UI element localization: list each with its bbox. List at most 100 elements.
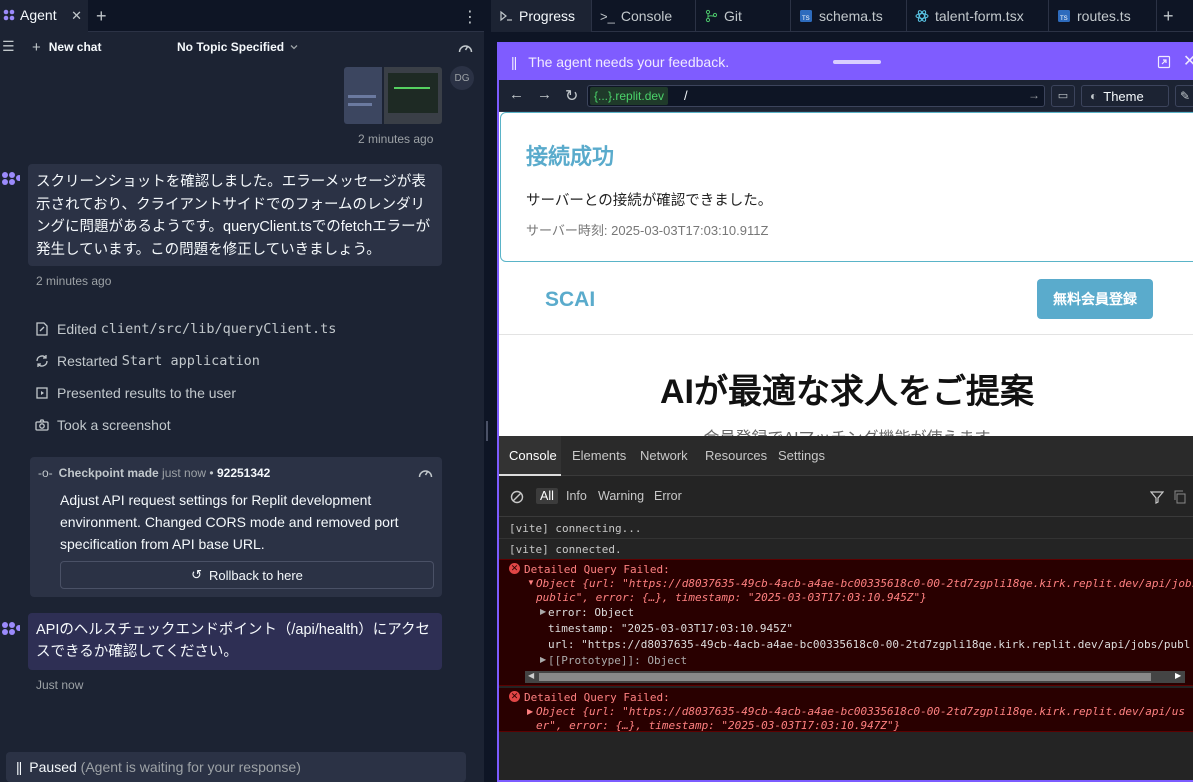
rollback-label: Rollback to here xyxy=(208,567,303,583)
error-icon: ✕ xyxy=(509,691,520,702)
action-command: Start application xyxy=(121,353,260,369)
domain-badge: {...}.replit.dev xyxy=(590,87,669,105)
new-chat-label: New chat xyxy=(48,40,102,54)
url-input[interactable]: {...}.replit.dev / → xyxy=(587,85,1045,107)
tab-console[interactable]: >_ Console xyxy=(592,0,696,32)
close-icon[interactable]: ✕ xyxy=(71,8,82,24)
speed-gauge-icon[interactable] xyxy=(458,41,473,54)
filter-funnel-icon[interactable] xyxy=(1150,490,1164,504)
devtools-tab-elements[interactable]: Elements xyxy=(572,448,626,463)
app-preview: 接続成功 サーバーとの接続が確認できました。 サーバー時刻: 2025-03-0… xyxy=(499,112,1193,436)
header-divider xyxy=(499,334,1193,335)
speed-gauge-icon[interactable] xyxy=(418,466,433,479)
edit-file-icon xyxy=(36,322,48,336)
action-label: Restarted xyxy=(57,353,118,369)
devtools-tab-label: Console xyxy=(509,448,557,463)
reload-icon[interactable]: ↻ xyxy=(565,86,578,106)
agent-tabbar: Agent ✕ + ⋮ xyxy=(0,0,484,32)
tab-routes[interactable]: TS routes.ts xyxy=(1049,0,1157,32)
console-error-entry[interactable]: ✕ Detailed Query Failed: ▶ Object {url: … xyxy=(499,688,1193,732)
filter-info[interactable]: Info xyxy=(566,489,587,503)
collapsed-triangle-icon[interactable]: ▶ xyxy=(540,607,546,616)
new-chat-button[interactable]: + New chat xyxy=(32,36,101,58)
agent-message: スクリーンショットを確認しました。エラーメッセージが表示されており、クライアント… xyxy=(28,164,442,266)
agent-avatar-icon xyxy=(2,172,20,185)
signup-button[interactable]: 無料会員登録 xyxy=(1037,279,1153,319)
error-prop-url: url: "https://d8037635-49cb-4acb-a4ae-bc… xyxy=(548,638,1191,651)
paused-note: (Agent is waiting for your response) xyxy=(80,759,301,775)
message-time: 2 minutes ago xyxy=(358,132,434,146)
collapsed-triangle-icon[interactable]: ▶ xyxy=(527,707,533,716)
checkpoint-time: just now xyxy=(162,466,207,480)
tab-talent-form[interactable]: talent-form.tsx xyxy=(907,0,1049,32)
error-title: Detailed Query Failed: xyxy=(524,691,670,704)
action-restarted[interactable]: Restarted Start application xyxy=(34,351,260,371)
tab-label: schema.ts xyxy=(819,8,883,24)
back-arrow-icon[interactable]: ← xyxy=(509,86,524,103)
action-edited[interactable]: Edited client/src/lib/queryClient.ts xyxy=(34,319,336,339)
plus-icon: + xyxy=(32,38,41,56)
agent-tab-label: Agent xyxy=(20,7,57,23)
devtools-tab-resources[interactable]: Resources xyxy=(705,448,767,463)
tab-progress[interactable]: Progress xyxy=(491,0,592,32)
filter-all[interactable]: All xyxy=(536,488,558,504)
error-icon: ✕ xyxy=(509,563,520,574)
hero-subtitle: 会員登録でAIマッチング機能が使えます xyxy=(499,424,1193,436)
typescript-file-icon: TS xyxy=(1058,10,1070,22)
add-tab-icon[interactable]: + xyxy=(96,6,107,27)
tab-git[interactable]: Git xyxy=(696,0,791,32)
feedback-text: The agent needs your feedback. xyxy=(528,54,730,70)
workspace-panel: Progress >_ Console Git TS schema.ts tal… xyxy=(491,0,1193,782)
devtools-tab-settings[interactable]: Settings xyxy=(778,448,825,463)
theme-button[interactable]: ◐ Theme xyxy=(1081,85,1169,107)
go-arrow-icon[interactable]: → xyxy=(1028,88,1040,102)
collapsed-triangle-icon[interactable]: ▶ xyxy=(540,655,546,664)
device-icon[interactable]: ▭ xyxy=(1051,85,1075,107)
console-error-entry[interactable]: ✕ Detailed Query Failed: ▼ Object {url: … xyxy=(499,559,1193,686)
copy-icon[interactable] xyxy=(1173,490,1187,504)
rollback-button[interactable]: ↺ Rollback to here xyxy=(60,561,434,589)
site-logo[interactable]: SCAI xyxy=(545,288,595,312)
filter-error[interactable]: Error xyxy=(654,489,682,503)
feedback-banner[interactable]: || The agent needs your feedback. ✕ xyxy=(499,44,1193,80)
chevron-down-icon xyxy=(290,45,298,50)
checkpoint-card: -o- Checkpoint made just now • 92251342 … xyxy=(30,457,442,597)
error-title: Detailed Query Failed: xyxy=(524,563,670,576)
error-prop-timestamp: timestamp: "2025-03-03T17:03:10.945Z" xyxy=(548,622,794,635)
error-object-cont: public", error: {…}, timestamp: "2025-03… xyxy=(536,591,927,604)
svg-text:TS: TS xyxy=(1060,16,1068,22)
error-object: Object {url: "https://d8037635-49cb-4acb… xyxy=(536,577,1193,590)
agent-tab[interactable]: Agent ✕ xyxy=(0,0,88,32)
tab-label: routes.ts xyxy=(1077,8,1131,24)
error-object: Object {url: "https://d8037635-49cb-4acb… xyxy=(536,705,1186,718)
error-prop-prototype: [[Prototype]]: Object xyxy=(548,654,688,667)
action-presented[interactable]: Presented results to the user xyxy=(34,383,236,403)
open-external-icon[interactable] xyxy=(1157,55,1171,69)
tab-schema[interactable]: TS schema.ts xyxy=(791,0,907,32)
more-options-icon[interactable]: ⋮ xyxy=(462,7,478,27)
action-screenshot[interactable]: Took a screenshot xyxy=(34,415,171,435)
panel-resize-handle[interactable] xyxy=(484,0,491,782)
topic-selector[interactable]: No Topic Specified xyxy=(177,36,299,58)
clear-console-icon[interactable] xyxy=(510,490,524,504)
paused-label: Paused xyxy=(29,759,77,775)
expanded-triangle-icon[interactable]: ▼ xyxy=(527,578,535,587)
git-icon xyxy=(705,9,718,23)
close-icon[interactable]: ✕ xyxy=(1183,51,1193,71)
url-path: / xyxy=(684,88,688,103)
devtools-wrench-icon[interactable]: ✎ xyxy=(1175,85,1193,107)
server-time: サーバー時刻: 2025-03-03T17:03:10.911Z xyxy=(526,223,769,238)
forward-arrow-icon[interactable]: → xyxy=(537,86,552,103)
checkpoint-id: 92251342 xyxy=(216,466,271,480)
screenshot-thumbnail[interactable] xyxy=(344,67,442,124)
workspace: Agent ✕ + ⋮ ☰ + New chat No Topic Specif… xyxy=(0,0,1193,782)
menu-icon[interactable]: ☰ xyxy=(2,38,15,55)
add-tab-icon[interactable]: + xyxy=(1163,6,1174,27)
pause-icon: || xyxy=(511,54,517,70)
drag-handle[interactable] xyxy=(833,60,881,64)
user-message: APIのヘルスチェックエンドポイント（/api/health）にアクセスできるか… xyxy=(28,613,442,670)
horizontal-scrollbar[interactable]: ◀ ▶ xyxy=(525,671,1185,683)
filter-warning[interactable]: Warning xyxy=(598,489,644,503)
typescript-file-icon: TS xyxy=(800,10,812,22)
devtools-tab-network[interactable]: Network xyxy=(640,448,688,463)
